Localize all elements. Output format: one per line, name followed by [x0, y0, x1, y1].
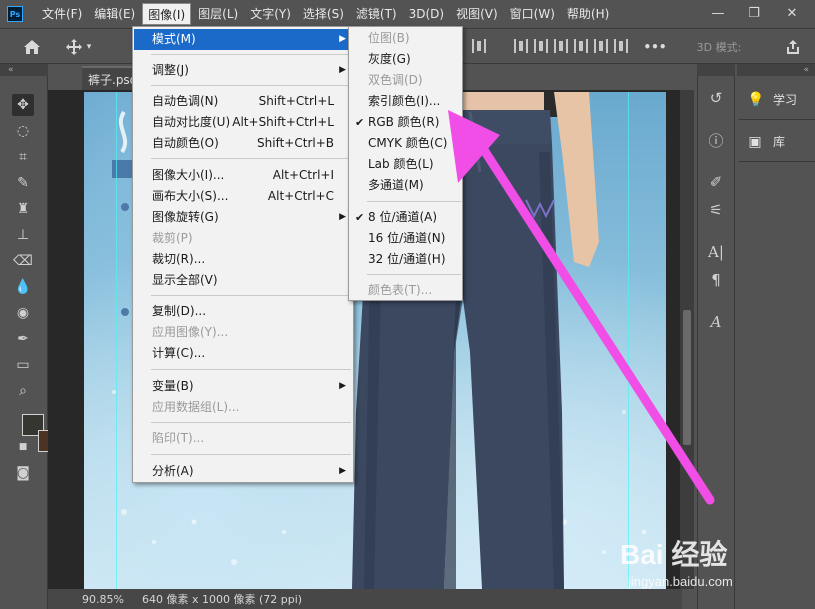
svg-text:jingyan.baidu.com: jingyan.baidu.com — [627, 574, 733, 589]
baidu-jingyan-watermark: Bai 经验 jingyan.baidu.com — [620, 538, 733, 589]
svg-text:Bai 经验: Bai 经验 — [620, 538, 727, 570]
annotation-arrow — [448, 110, 715, 505]
